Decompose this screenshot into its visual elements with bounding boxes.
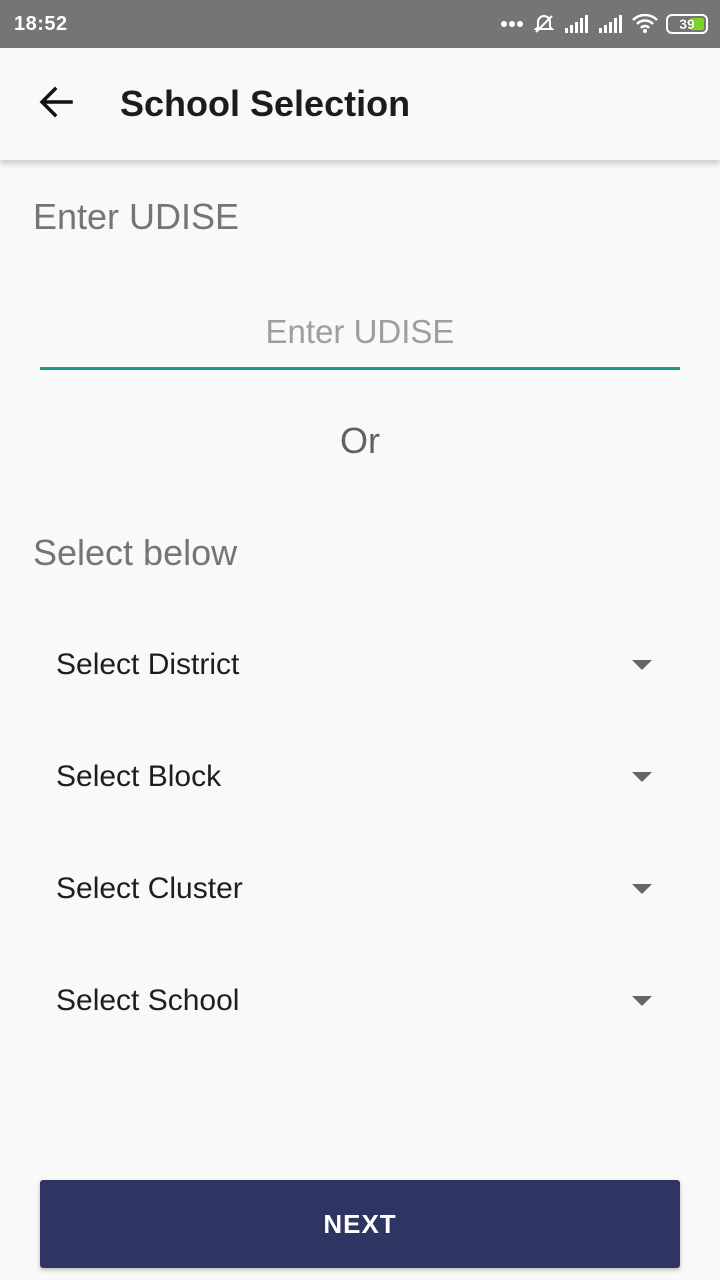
udise-input[interactable] — [40, 312, 680, 351]
dropdown-arrow-icon — [632, 884, 652, 894]
arrow-back-icon — [38, 84, 74, 125]
next-button[interactable]: NEXT — [40, 1180, 680, 1268]
page-title: School Selection — [120, 83, 411, 124]
district-dropdown[interactable]: Select District — [40, 630, 680, 700]
udise-field[interactable] — [40, 296, 680, 370]
battery-icon: 39 — [666, 14, 708, 34]
wifi-icon — [632, 14, 658, 34]
dropdown-label: Select Block — [56, 760, 222, 793]
or-separator: Or — [340, 420, 380, 461]
dropdown-label: Select District — [56, 648, 240, 681]
dropdown-arrow-icon — [632, 772, 652, 782]
cluster-dropdown[interactable]: Select Cluster — [40, 854, 680, 924]
back-button[interactable] — [28, 76, 84, 132]
dropdown-label: Select Cluster — [56, 872, 243, 905]
status-time: 18:52 — [14, 12, 68, 35]
status-icons: 39 — [500, 12, 708, 36]
more-dots-icon — [500, 20, 524, 28]
dropdown-label: Select School — [56, 984, 240, 1017]
battery-level: 39 — [679, 16, 695, 32]
alarm-off-icon — [532, 12, 556, 36]
school-dropdown[interactable]: Select School — [40, 966, 680, 1036]
signal-icon — [564, 14, 590, 34]
app-bar: School Selection — [0, 48, 720, 160]
udise-section-label: Enter UDISE — [33, 196, 240, 237]
dropdown-arrow-icon — [632, 660, 652, 670]
signal-icon — [598, 14, 624, 34]
dropdown-arrow-icon — [632, 996, 652, 1006]
block-dropdown[interactable]: Select Block — [40, 742, 680, 812]
select-section-label: Select below — [33, 532, 238, 573]
status-bar: 18:52 39 — [0, 0, 720, 48]
